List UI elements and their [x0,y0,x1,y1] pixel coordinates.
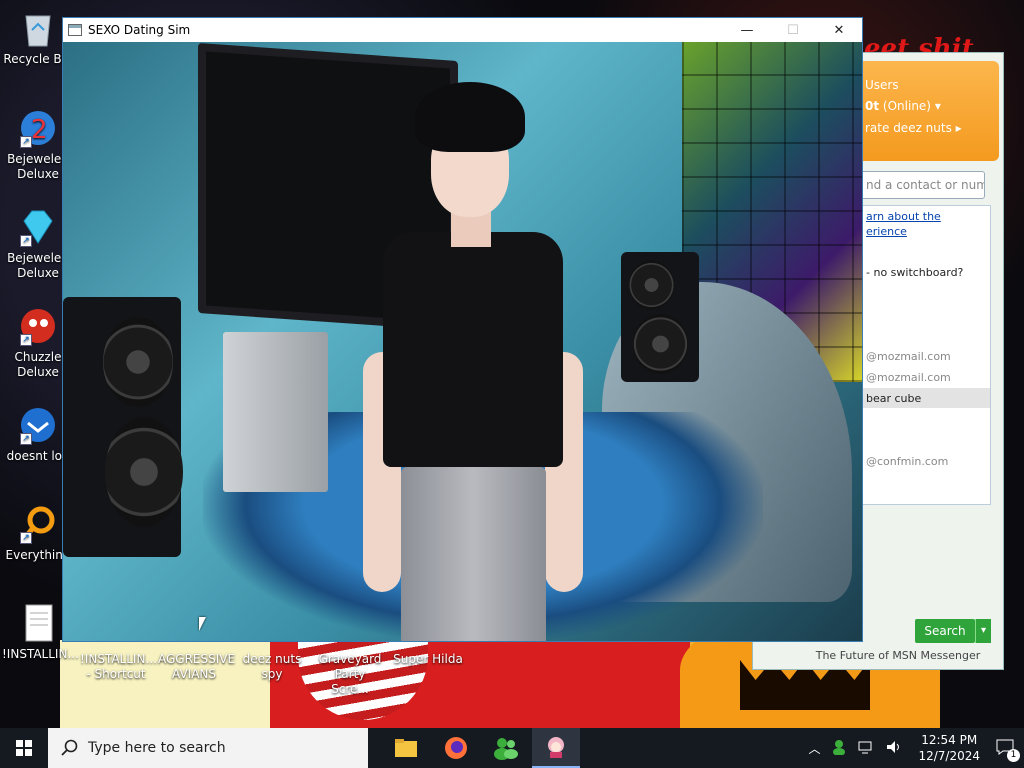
window-title: SEXO Dating Sim [88,23,191,37]
maximize-button[interactable]: ☐ [770,18,816,42]
msn-tray-icon[interactable] [832,739,846,758]
msn-status-name: 0t [865,99,880,113]
svg-text:2: 2 [31,115,48,145]
taskbar-search-box[interactable]: Type here to search [48,728,368,768]
anime-character-icon [548,737,564,758]
network-icon[interactable] [858,740,874,757]
taskbar-clock[interactable]: 12:54 PM 12/7/2024 [918,732,980,764]
app-icon [68,24,82,36]
msn-buddy-icon [494,738,518,760]
firefox-icon [445,737,467,759]
desktop-icon-installing-shortcut[interactable]: !INSTALLIN... - Shortcut [80,652,157,682]
document-icon [18,603,58,643]
msn-personal-message[interactable]: rate deez nuts ▸ [865,121,962,135]
contact-item[interactable]: @mozmail.com [866,371,951,384]
bejeweled-2-icon: 2 ↗ [18,108,58,148]
taskbar-file-explorer[interactable] [382,728,430,768]
msn-status-line[interactable]: 0t (Online) ▾ [865,99,941,113]
game-scene[interactable] [63,42,862,641]
thunderbird-icon: ↗ [18,405,58,445]
chuzzle-icon: ↗ [18,306,58,346]
desktop-icon-deez-nuts-spy[interactable]: deez nuts spy [236,652,308,682]
msn-footer-text: The Future of MSN Messenger [815,649,981,662]
clock-date: 12/7/2024 [918,749,980,763]
minimize-button[interactable]: — [724,18,770,42]
mouse-cursor-icon [199,617,206,631]
show-hidden-icons-chevron-icon[interactable]: ︿ [808,740,820,757]
windows-logo-icon [16,740,32,756]
desktop-icon-graveyard-party[interactable]: Graveyard Party Scre... [314,652,386,697]
pc-tower-graphic [223,332,328,492]
msn-learn-link[interactable]: arn about the [866,210,941,223]
folder-icon [395,739,417,757]
taskbar-dating-sim[interactable] [532,728,580,768]
speaker-right-graphic [621,252,699,382]
volume-icon[interactable] [886,740,902,757]
taskbar: Type here to search ︿ 12:54 PM 12/7/2024… [0,728,1024,768]
notification-center-icon[interactable]: 1 [996,739,1020,762]
desktop-icon-aggressive-avians[interactable]: AGGRESSIVE AVIANS [158,652,235,682]
msn-learn-link-2[interactable]: erience [866,225,907,238]
window-titlebar[interactable]: SEXO Dating Sim — ☐ ✕ [63,18,862,42]
dating-sim-character[interactable] [353,72,593,641]
msn-search-dropdown-icon[interactable]: ▾ [975,619,991,643]
desktop-icon-super-hilda[interactable]: Super Hilda [392,652,464,667]
taskbar-msn-messenger[interactable] [482,728,530,768]
taskbar-search-placeholder: Type here to search [88,740,226,756]
clock-time: 12:54 PM [921,733,978,747]
contact-item[interactable]: - no switchboard? [866,266,963,279]
msn-title-fragment: Users [865,78,899,92]
close-button[interactable]: ✕ [816,18,862,42]
contact-item[interactable]: @mozmail.com [866,350,951,363]
start-button[interactable] [0,728,48,768]
search-icon [61,739,78,756]
bejeweled-gem-icon: ↗ [18,207,58,247]
contact-item[interactable]: @confmin.com [866,455,948,468]
system-tray: ︿ 12:54 PM 12/7/2024 1 [802,728,1024,768]
speaker-left-graphic [63,297,183,557]
game-window[interactable]: SEXO Dating Sim — ☐ ✕ [62,17,863,642]
msn-status: (Online) [882,99,931,113]
recycle-bin-icon [18,8,58,48]
notification-badge: 1 [1007,748,1020,762]
taskbar-firefox[interactable] [432,728,480,768]
contact-item[interactable]: bear cube [866,392,921,405]
msn-search-button[interactable]: Search [915,619,975,643]
everything-search-icon: ↗ [18,504,58,544]
